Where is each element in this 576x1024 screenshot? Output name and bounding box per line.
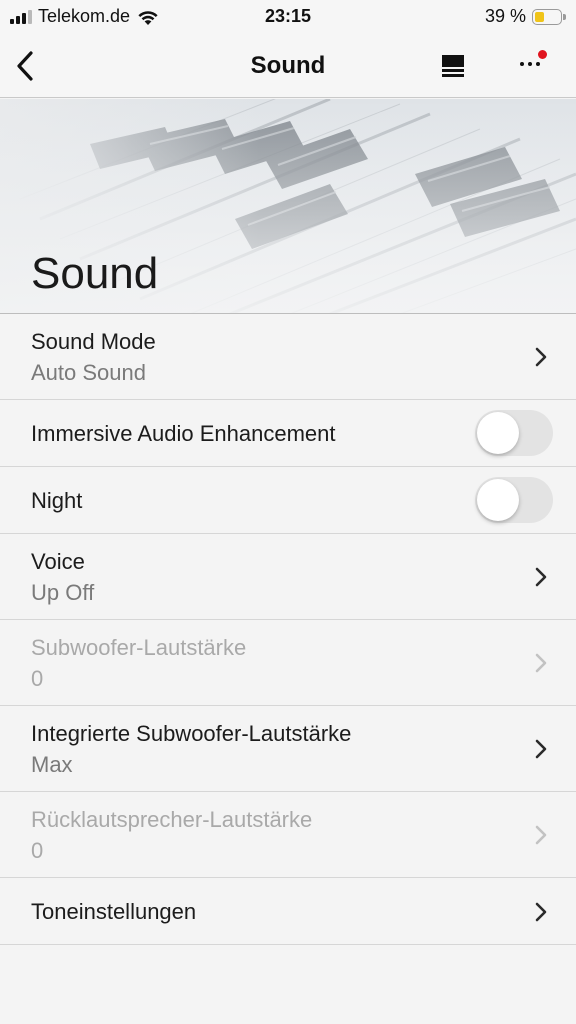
chevron-right-icon [535, 567, 547, 587]
setting-integrated-subwoofer-volume[interactable]: Integrierte Subwoofer-Lautstärke Max [0, 706, 576, 792]
setting-label: Integrierte Subwoofer-Lautstärke [31, 721, 352, 746]
setting-value: Auto Sound [31, 360, 146, 385]
battery-icon [532, 8, 566, 25]
setting-voice[interactable]: Voice Up Off [0, 534, 576, 620]
notification-badge [538, 50, 547, 59]
status-right: 39 % [484, 6, 566, 27]
status-bar: Telekom.de 23:15 39 % [0, 0, 576, 34]
toggle-knob [477, 479, 519, 521]
battery-level [535, 11, 545, 22]
page-title: Sound [250, 52, 326, 79]
immersive-audio-toggle[interactable] [475, 410, 553, 456]
setting-label: Subwoofer-Lautstärke [31, 635, 247, 660]
setting-value: Max [31, 752, 73, 777]
hero-banner: Sound [0, 99, 576, 314]
setting-label: Voice [31, 549, 85, 574]
hero-title: Sound [31, 249, 159, 298]
setting-value: Up Off [31, 580, 95, 605]
setting-value: 0 [31, 666, 44, 691]
setting-sound-mode[interactable]: Sound Mode Auto Sound [0, 314, 576, 400]
now-playing-button[interactable] [438, 52, 468, 82]
night-toggle[interactable] [475, 477, 553, 523]
chevron-right-icon [535, 653, 547, 673]
more-icon [520, 62, 540, 66]
setting-label: Rücklautsprecher-Lautstärke [31, 807, 313, 832]
navigation-bar: Sound [0, 34, 576, 98]
chevron-right-icon [535, 347, 547, 367]
sound-settings-list: Sound Mode Auto Sound Immersive Audio En… [0, 314, 576, 945]
chevron-right-icon [535, 739, 547, 759]
setting-rear-speaker-volume: Rücklautsprecher-Lautstärke 0 [0, 792, 576, 878]
chevron-right-icon [535, 902, 547, 922]
setting-value: 0 [31, 838, 44, 863]
setting-subwoofer-volume: Subwoofer-Lautstärke 0 [0, 620, 576, 706]
toggle-knob [477, 412, 519, 454]
setting-night: Night [0, 467, 576, 534]
setting-label: Sound Mode [31, 329, 156, 354]
more-button[interactable] [514, 50, 554, 84]
setting-label: Toneinstellungen [31, 899, 197, 924]
chevron-right-icon [535, 825, 547, 845]
setting-label: Immersive Audio Enhancement [31, 421, 336, 446]
setting-tone-settings[interactable]: Toneinstellungen [0, 878, 576, 945]
setting-immersive-audio-enhancement: Immersive Audio Enhancement [0, 400, 576, 467]
setting-label: Night [31, 488, 83, 513]
battery-percent: 39 % [484, 6, 526, 26]
